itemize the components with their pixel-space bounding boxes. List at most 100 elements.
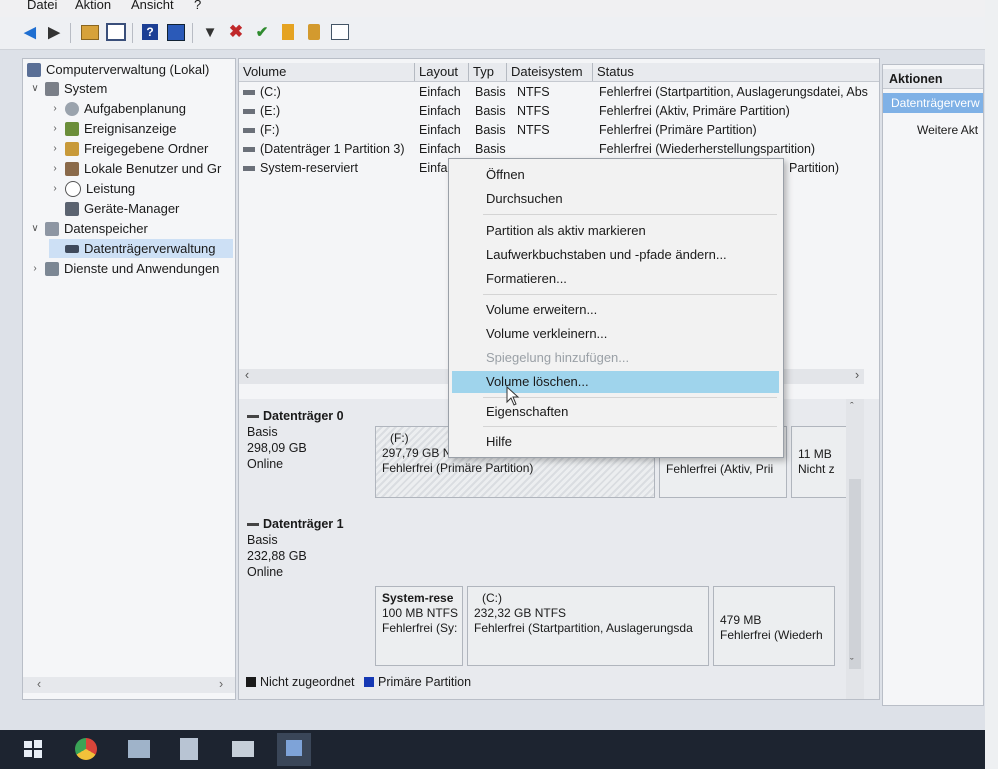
more-actions-link[interactable]: Weitere Akt: [917, 123, 978, 137]
tree-item-freigegebene-ordner[interactable]: › Freigegebene Ordner: [49, 139, 208, 158]
col-status[interactable]: Status: [593, 63, 879, 81]
col-typ[interactable]: Typ: [469, 63, 507, 81]
tree-root[interactable]: Computerverwaltung (Lokal): [27, 60, 209, 79]
chevron-down-icon[interactable]: ∨: [29, 83, 41, 94]
scroll-right-icon[interactable]: ›: [219, 677, 223, 691]
scroll-left-icon[interactable]: ‹: [245, 368, 249, 382]
back-arrow-icon[interactable]: ◀: [20, 22, 40, 42]
chevron-right-icon[interactable]: ›: [49, 183, 61, 194]
volume-row[interactable]: (E:) Einfach Basis NTFS Fehlerfrei (Akti…: [239, 103, 879, 121]
store-icon[interactable]: [180, 738, 198, 760]
menu-item-oeffnen[interactable]: Öffnen: [449, 164, 783, 186]
menu-bar: Datei Aktion Ansicht ?: [0, 0, 985, 17]
console-tree-icon[interactable]: [106, 22, 126, 42]
chrome-icon[interactable]: [75, 738, 97, 760]
storage-icon: [45, 221, 59, 236]
partition-system-reserved[interactable]: System-rese 100 MB NTFS Fehlerfrei (Sy:: [375, 586, 463, 666]
tree-item-datentraegerverwaltung[interactable]: Datenträgerverwaltung: [49, 239, 233, 258]
export-icon[interactable]: [278, 22, 298, 42]
menu-item-durchsuchen[interactable]: Durchsuchen: [449, 188, 783, 210]
chevron-down-icon[interactable]: ∨: [29, 223, 41, 234]
tree-item-geraete-manager[interactable]: Geräte-Manager: [49, 199, 179, 218]
chevron-right-icon[interactable]: ›: [49, 143, 61, 154]
check-icon[interactable]: ✔: [252, 22, 272, 42]
toolbar: ◀ ▶ ? ▼ ✖ ✔: [0, 17, 985, 50]
scroll-thumb[interactable]: [849, 479, 861, 669]
menu-item-laufwerkbuchstaben[interactable]: Laufwerkbuchstaben und -pfade ändern...: [449, 244, 783, 266]
chevron-right-icon[interactable]: ›: [49, 163, 61, 174]
tree-item-system[interactable]: ∨ System: [29, 79, 107, 98]
file-explorer-icon[interactable]: [128, 740, 150, 758]
up-folder-icon[interactable]: [80, 22, 100, 42]
menu-aktion[interactable]: Aktion: [75, 0, 111, 12]
connect-icon[interactable]: ▼: [200, 22, 220, 42]
menu-item-formatieren[interactable]: Formatieren...: [449, 268, 783, 290]
disk-view-scrollbar[interactable]: ˆ ˇ: [846, 399, 864, 699]
actions-header: Aktionen: [883, 69, 983, 89]
computer-management-icon: [27, 62, 41, 77]
primary-swatch: [364, 677, 374, 687]
search-icon[interactable]: [304, 22, 324, 42]
scroll-up-icon[interactable]: ˆ: [850, 401, 854, 413]
properties-icon[interactable]: [166, 22, 186, 42]
tree-item-ereignisanzeige[interactable]: › Ereignisanzeige: [49, 119, 176, 138]
device-manager-icon: [65, 201, 79, 216]
tree-item-dienste[interactable]: › Dienste und Anwendungen: [29, 259, 219, 278]
actions-selected-item[interactable]: Datenträgerverw: [883, 93, 983, 113]
volume-row[interactable]: (Datenträger 1 Partition 3) Einfach Basi…: [239, 141, 879, 159]
mouse-cursor-icon: [506, 386, 520, 406]
col-layout[interactable]: Layout: [415, 63, 469, 81]
menu-datei[interactable]: Datei: [27, 0, 57, 12]
partition-recovery[interactable]: 479 MB Fehlerfrei (Wiederh: [713, 586, 835, 666]
tree-horizontal-scrollbar[interactable]: ‹ ›: [23, 677, 235, 693]
scroll-left-icon[interactable]: ‹: [37, 677, 41, 691]
scroll-right-icon[interactable]: ›: [855, 368, 859, 382]
chevron-right-icon[interactable]: ›: [49, 123, 61, 134]
clock-icon: [65, 101, 79, 116]
tree-item-leistung[interactable]: › Leistung: [49, 179, 135, 198]
computer-management-task[interactable]: [277, 733, 311, 766]
tree-item-datenspeicher[interactable]: ∨ Datenspeicher: [29, 219, 148, 238]
menu-help[interactable]: ?: [194, 0, 201, 12]
forward-arrow-icon[interactable]: ▶: [44, 22, 64, 42]
help-icon[interactable]: ?: [140, 22, 160, 42]
screen-edge: [985, 0, 998, 769]
menu-item-eigenschaften[interactable]: Eigenschaften: [449, 401, 783, 423]
actions-pane: Aktionen Datenträgerverw Weitere Akt: [882, 64, 984, 706]
shared-folder-icon: [65, 141, 79, 156]
event-viewer-icon: [65, 121, 79, 136]
disk-1-label[interactable]: Datenträger 1 Basis 232,88 GB Online: [247, 516, 365, 580]
disk-icon: [247, 415, 259, 419]
col-dateisystem[interactable]: Dateisystem: [507, 63, 593, 81]
tools-icon: [45, 81, 59, 96]
windows-start-icon[interactable]: [22, 738, 44, 760]
menu-ansicht[interactable]: Ansicht: [131, 0, 174, 12]
delete-icon[interactable]: ✖: [226, 22, 246, 42]
disk-0-label[interactable]: Datenträger 0 Basis 298,09 GB Online: [247, 408, 365, 472]
menu-item-volume-loeschen[interactable]: Volume löschen...: [452, 371, 779, 393]
disk-management-icon: [65, 244, 79, 253]
disk-icon: [247, 523, 259, 527]
services-icon: [45, 261, 59, 276]
partition-unallocated[interactable]: 11 MB Nicht z: [791, 426, 847, 498]
tree-item-aufgabenplanung[interactable]: › Aufgabenplanung: [49, 99, 186, 118]
chevron-right-icon[interactable]: ›: [29, 263, 41, 274]
scroll-down-icon[interactable]: ˇ: [850, 657, 854, 669]
menu-item-volume-verkleinern[interactable]: Volume verkleinern...: [449, 323, 783, 345]
menu-item-hilfe[interactable]: Hilfe: [449, 431, 783, 453]
tree-item-lokale-benutzer[interactable]: › Lokale Benutzer und Gr: [49, 159, 221, 178]
volume-icon: [243, 90, 255, 96]
menu-item-partition-aktiv[interactable]: Partition als aktiv markieren: [449, 220, 783, 242]
mail-icon[interactable]: [232, 741, 254, 757]
list-view-icon[interactable]: [330, 22, 350, 42]
volume-row[interactable]: (C:) Einfach Basis NTFS Fehlerfrei (Star…: [239, 84, 879, 102]
col-volume[interactable]: Volume: [239, 63, 415, 81]
volume-icon: [243, 147, 255, 153]
volume-icon: [243, 166, 255, 172]
volume-list-header: Volume Layout Typ Dateisystem Status: [239, 63, 879, 82]
volume-icon: [243, 109, 255, 115]
volume-row[interactable]: (F:) Einfach Basis NTFS Fehlerfrei (Prim…: [239, 122, 879, 140]
partition-c[interactable]: (C:) 232,32 GB NTFS Fehlerfrei (Startpar…: [467, 586, 709, 666]
chevron-right-icon[interactable]: ›: [49, 103, 61, 114]
menu-item-volume-erweitern[interactable]: Volume erweitern...: [449, 299, 783, 321]
